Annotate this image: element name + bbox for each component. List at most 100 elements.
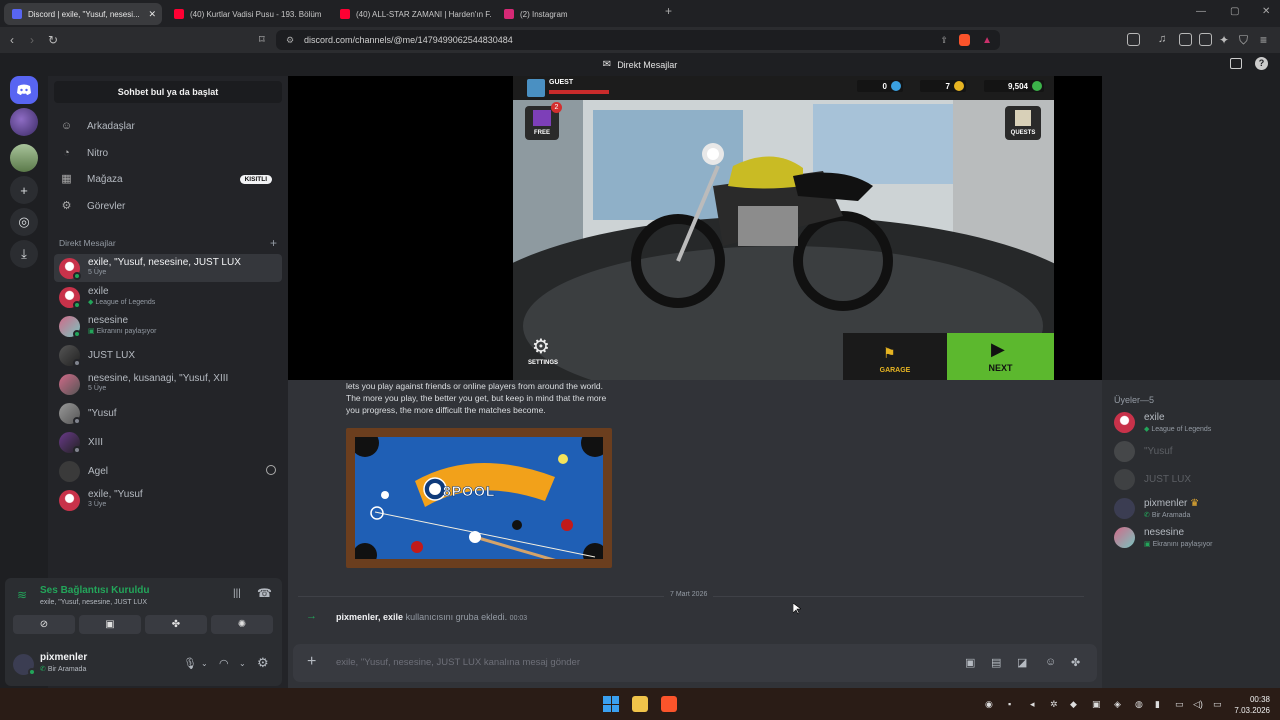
settings-button[interactable]: ⚙ SETTINGS	[523, 334, 563, 368]
reload-icon[interactable]: ↻	[48, 33, 58, 47]
dm-item[interactable]: exile ◆ League of Legends	[54, 283, 282, 311]
nav-quests[interactable]: ⚙ Görevler	[54, 194, 282, 218]
voice-connection-panel: ≋ Ses Bağlantısı Kuruldu exile, "Yusuf, …	[5, 578, 282, 640]
tray-icon[interactable]: ▪	[1008, 699, 1011, 709]
message-composer[interactable]: + exile, "Yusuf, nesesine, JUST LUX kana…	[293, 644, 1097, 682]
signal-icon[interactable]: ≋	[17, 588, 27, 602]
server-icon[interactable]	[10, 108, 38, 136]
tab-discord[interactable]: Discord | exile, "Yusuf, nesesi... ✕	[4, 3, 162, 25]
create-dm-icon[interactable]: +	[270, 236, 277, 250]
volume-icon[interactable]: ◁)	[1193, 699, 1203, 710]
member-item[interactable]: JUST LUX	[1114, 467, 1274, 493]
activities-button[interactable]: ✤	[145, 615, 207, 634]
free-gift-button[interactable]: 2 FREE	[525, 102, 562, 140]
tray-icon[interactable]: ◆	[1070, 699, 1077, 710]
bookmark-icon[interactable]: ⌑	[259, 33, 265, 46]
tab-youtube-2[interactable]: (40) ALL-STAR ZAMANI | Harden'ın F...	[332, 3, 492, 25]
site-info-icon[interactable]: ⚙	[286, 35, 294, 46]
nav-shop[interactable]: ▦ Mağaza KISITLI	[54, 167, 282, 191]
nav-nitro[interactable]: ◔ Nitro	[54, 141, 282, 165]
microphone-icon[interactable]: 🎙	[183, 657, 197, 670]
system-user[interactable]: exile	[383, 612, 403, 622]
brave-shields-icon[interactable]	[959, 34, 970, 46]
vpn-icon[interactable]: ⛉	[1239, 33, 1248, 48]
disconnect-icon[interactable]: ☎	[257, 586, 272, 600]
member-item[interactable]: "Yusuf	[1114, 439, 1274, 465]
inbox-icon[interactable]	[1230, 58, 1242, 69]
system-clock[interactable]: 00:38 7.03.2026	[1234, 694, 1270, 716]
help-icon[interactable]: ?	[1255, 57, 1268, 70]
battery-icon[interactable]: ▭	[1213, 699, 1222, 710]
dm-item[interactable]: JUST LUX	[54, 341, 282, 369]
menu-icon[interactable]: ≡	[1260, 33, 1267, 47]
chevron-down-icon[interactable]: ⌄	[239, 659, 246, 668]
download-apps-button[interactable]: ⤓	[10, 240, 38, 268]
tray-icon[interactable]: ✲	[1050, 699, 1058, 710]
maximize-icon[interactable]: ▢	[1230, 6, 1239, 17]
find-conversation-button[interactable]: Sohbet bul ya da başlat	[54, 81, 282, 103]
add-server-button[interactable]: +	[10, 176, 38, 204]
screenshot-icon[interactable]	[1127, 33, 1140, 46]
tray-icon[interactable]: ◂	[1030, 699, 1035, 710]
close-tab-icon[interactable]: ✕	[148, 9, 156, 20]
gif-icon[interactable]: ▤	[991, 656, 1001, 669]
wallet-icon[interactable]	[1199, 33, 1212, 46]
quests-button[interactable]: QUESTS	[1005, 106, 1041, 140]
emoji-icon[interactable]: ☺	[1045, 656, 1056, 668]
close-window-icon[interactable]: ✕	[1262, 6, 1270, 17]
dm-item[interactable]: XIII	[54, 428, 282, 456]
url-field[interactable]: ⚙ discord.com/channels/@me/1479499062544…	[276, 30, 1000, 50]
discover-button[interactable]: ◎	[10, 208, 38, 236]
music-icon[interactable]: ♫	[1158, 33, 1166, 45]
camera-off-button[interactable]: ⊘	[13, 615, 75, 634]
dm-item[interactable]: "Yusuf	[54, 399, 282, 427]
tray-icon[interactable]: ▣	[1092, 699, 1101, 710]
screen-share-stream[interactable]: GUEST 0 7 9,504 2 FREE QUESTS ⚙ SETTINGS	[288, 76, 1102, 380]
soundboard-button[interactable]: ✺	[211, 615, 273, 634]
member-item[interactable]: exile ◆ League of Legends	[1114, 410, 1274, 436]
tray-icon[interactable]: ◈	[1114, 699, 1121, 710]
back-icon[interactable]: ‹	[10, 33, 14, 47]
noise-suppression-icon[interactable]: |||	[233, 588, 241, 599]
chevron-down-icon[interactable]: ⌄	[201, 659, 208, 668]
sticker-icon[interactable]: ◪	[1017, 656, 1027, 669]
gift-icon[interactable]: ▣	[965, 656, 975, 669]
upload-plus-icon[interactable]: +	[307, 653, 316, 671]
tray-icon[interactable]: ◉	[985, 699, 993, 710]
member-item[interactable]: nesesine ▣ Ekranını paylaşıyor	[1114, 525, 1274, 551]
microphone-icon[interactable]: ▮	[1155, 699, 1160, 710]
dm-item[interactable]: exile, "Yusuf, nesesine, JUST LUX 5 Üye	[54, 254, 282, 282]
tab-youtube-1[interactable]: (40) Kurtlar Vadisi Pusu - 193. Bölüm	[166, 3, 326, 25]
voice-channel[interactable]: exile, "Yusuf, nesesine, JUST LUX	[40, 599, 147, 606]
sidebar-icon[interactable]	[1179, 33, 1192, 46]
member-item[interactable]: pixmenler ♛ ✆ Bir Aramada	[1114, 496, 1274, 522]
forward-icon[interactable]: ›	[30, 33, 34, 47]
pool-game-image[interactable]: 8POOL	[346, 428, 612, 568]
file-explorer-icon[interactable]	[632, 696, 648, 712]
system-user[interactable]: pixmenler	[336, 612, 378, 622]
dm-item[interactable]: nesesine ▣ Ekranını paylaşıyor	[54, 312, 282, 340]
new-tab-icon[interactable]: +	[665, 4, 672, 18]
leo-ai-icon[interactable]: ✦	[1219, 33, 1229, 47]
headphones-icon[interactable]: ◠	[219, 657, 229, 670]
settings-icon[interactable]: ⚙	[257, 655, 269, 671]
discord-home-button[interactable]	[10, 76, 38, 104]
tab-instagram[interactable]: (2) Instagram	[496, 3, 656, 25]
network-icon[interactable]: ▭	[1175, 699, 1184, 710]
share-screen-button[interactable]: ▣	[79, 615, 141, 634]
dm-item[interactable]: Agel	[54, 457, 282, 485]
server-icon[interactable]	[10, 144, 38, 172]
brave-browser-icon[interactable]	[661, 696, 677, 712]
windows-start-icon[interactable]	[603, 696, 619, 712]
dm-item[interactable]: nesesine, kusanagi, "Yusuf, XIII 5 Üye	[54, 370, 282, 398]
share-icon[interactable]: ⇪	[940, 35, 948, 46]
apps-icon[interactable]: ✤	[1071, 656, 1080, 669]
message-input-placeholder[interactable]: exile, "Yusuf, nesesine, JUST LUX kanalı…	[336, 657, 580, 668]
tray-icon[interactable]: ◍	[1135, 699, 1143, 710]
next-button[interactable]: ▶ NEXT	[947, 333, 1054, 380]
minimize-icon[interactable]: —	[1196, 6, 1206, 17]
nav-friends[interactable]: ☺ Arkadaşlar	[54, 114, 282, 138]
garage-button[interactable]: ⚑ GARAGE	[843, 333, 947, 380]
dm-item[interactable]: exile, "Yusuf 3 Üye	[54, 486, 282, 514]
brave-rewards-icon[interactable]: ▲	[982, 35, 992, 46]
